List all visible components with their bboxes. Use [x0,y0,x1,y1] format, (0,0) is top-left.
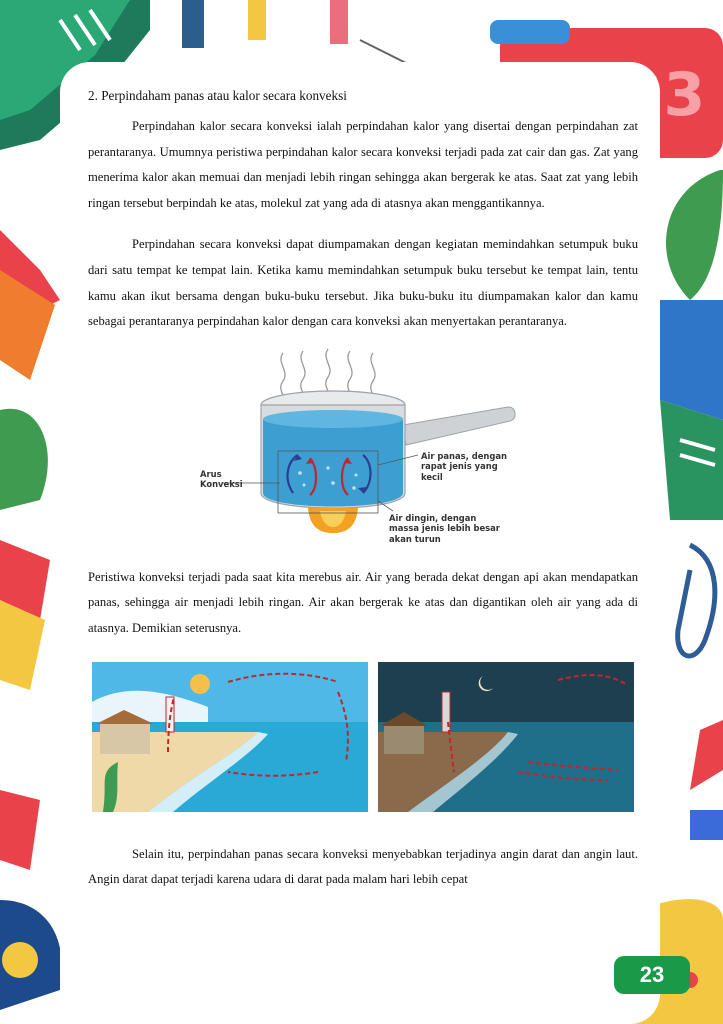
label-line: akan turun [389,533,441,544]
water [263,418,403,507]
pencil-illustration [690,720,723,790]
section-heading: 2. Perpindaham panas atau kalor secara k… [88,88,347,103]
convection-pot-figure: Arus Konveksi Air panas, dengan rapat je… [88,343,638,561]
page-number-badge: 23 [614,956,690,994]
pencil-illustration [248,0,266,40]
document-body: 2. Perpindaham panas atau kalor secara k… [88,86,638,893]
pencil-illustration [330,0,348,44]
label-line: Arus [200,468,222,479]
leaf-illustration [666,170,723,300]
label-line: kecil [421,471,443,482]
house [100,723,150,754]
pot-handle [402,406,516,446]
house [384,725,424,754]
paragraph-analogy: Perpindahan secara konveksi dapat diumpa… [88,237,638,329]
land-sea-breeze-illustration [92,661,634,812]
paragraph-definition: Perpindahan kalor secara konveksi ialah … [88,119,638,210]
paragraph-boiling-water: Peristiwa konveksi terjadi pada saat kit… [88,569,638,635]
book-stack-illustration [650,300,723,520]
label-convection-current: Arus Konveksi [200,469,243,490]
sun-icon [190,673,210,694]
land-sea-breeze-figure [88,661,638,812]
day-scene [92,661,368,812]
label-line: Air panas, dengan [421,450,507,461]
paper-clip-illustration [675,542,718,659]
eraser-illustration [690,810,723,840]
label-hot-water: Air panas, dengan rapat jenis yang kecil [421,451,507,483]
label-line: rapat jenis yang [421,461,498,472]
night-scene [378,661,634,812]
water-surface [263,409,403,428]
paragraph-land-sea-breeze: Selain itu, perpindahan panas secara kon… [88,846,638,887]
pencil-illustration [182,0,204,48]
boiling-pot-illustration [223,348,516,533]
label-cold-water: Air dingin, dengan massa jenis lebih bes… [389,513,500,545]
label-line: Air dingin, dengan [389,512,477,523]
leaf-illustration [0,408,48,510]
pencil-illustration [0,790,40,870]
label-line: Konveksi [200,479,243,490]
label-line: massa jenis lebih besar [389,523,500,534]
